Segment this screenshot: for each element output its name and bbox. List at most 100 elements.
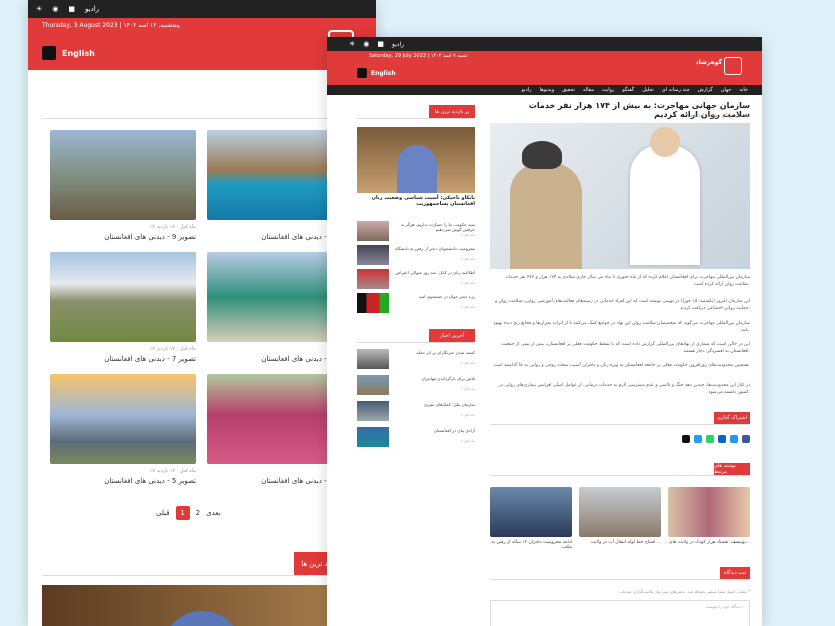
featured-image[interactable]	[42, 585, 328, 626]
telegram-share-icon[interactable]	[694, 435, 702, 443]
gallery-image[interactable]	[50, 130, 196, 220]
comment-textarea[interactable]: دیدگاه خود را بنویسید...	[490, 600, 750, 626]
nav-item[interactable]: روایت	[602, 87, 615, 93]
thumbnail[interactable]	[357, 375, 389, 395]
next-page-link[interactable]: بعدی	[206, 509, 220, 517]
site-logo-text[interactable]: گوهرشاد	[696, 59, 722, 66]
list-item-title[interactable]: اطلاعیه زنان در کابل: سه روز متوالی اعتر…	[393, 270, 475, 275]
site-logo-icon[interactable]	[724, 57, 742, 75]
prev-page-link[interactable]: قبلی	[156, 509, 170, 517]
nav-item[interactable]: تحلیل	[642, 87, 654, 93]
gallery-meta: ۱۷ ماه قبل · ۱۷ بازدید	[149, 468, 196, 474]
thumbnail[interactable]	[357, 349, 389, 369]
sun-icon[interactable]: ☀	[36, 5, 42, 13]
list-item-title[interactable]: سند حکومت ما را خسارت نداریم، هرگز به حر…	[393, 222, 475, 232]
sun-icon[interactable]: ☀	[349, 40, 355, 48]
gallery-item[interactable]: ۱۷ ماه قبل · ۱۷ بازدید تصویر 7 - دیدنی ه…	[50, 252, 196, 363]
related-title[interactable]: یونیسف: هشتاد هزار کودک در ولایت های...	[668, 540, 750, 545]
search-button[interactable]	[357, 68, 367, 78]
list-item-date: ۶ ماه قبل	[460, 387, 475, 391]
list-item-title[interactable]: محرومیت دانشجویان دختر از رفتن به دانشگا…	[393, 246, 475, 251]
list-item-title[interactable]: کشته شدن خبرنگاران بر اثر حمله	[393, 350, 475, 355]
divider	[490, 475, 750, 476]
main-nav: رادیو ویدیوها تحقیق مقاله روایت گفتگو تح…	[327, 85, 762, 95]
list-item-title[interactable]: آزادی بیان در افغانستان	[393, 428, 475, 433]
related-title[interactable]: افتتاح خط لوله انتقال آب در ولایت ...	[579, 540, 661, 545]
search-button[interactable]	[42, 46, 56, 60]
page-link[interactable]: 2	[196, 509, 200, 517]
list-item[interactable]: محرومیت دانشجویان دختر از رفتن به دانشگا…	[357, 245, 475, 265]
header-bar: Saturday, 29 July 2023 | شنبه ۷ اسد ۱۴۰۲…	[327, 51, 762, 85]
popular-section-title: پر بازدید ترین ها	[429, 105, 475, 118]
gallery-image[interactable]	[50, 374, 196, 464]
sidebar-featured-caption[interactable]: بانکاو تاجیکی: آسیب شناسی وضعیت زنان افغ…	[357, 195, 475, 207]
whatsapp-share-icon[interactable]	[706, 435, 714, 443]
english-link[interactable]: English	[371, 70, 396, 77]
nav-item[interactable]: رادیو	[522, 87, 532, 93]
list-item[interactable]: سند حکومت ما را خسارت نداریم، هرگز به حر…	[357, 221, 475, 241]
article-paragraph: سازمان بین‌المللی مهاجرت برای افغانستان …	[504, 275, 750, 287]
thumbnail[interactable]	[357, 427, 389, 447]
video-icon[interactable]: ■	[68, 5, 75, 13]
related-image[interactable]	[579, 487, 661, 537]
nav-item[interactable]: گزارش	[698, 87, 713, 93]
thumbnail[interactable]	[357, 401, 389, 421]
radio-link[interactable]: رادیو	[85, 5, 99, 13]
thumbnail[interactable]	[357, 293, 389, 313]
video-icon[interactable]: ■	[377, 40, 384, 48]
gallery-caption[interactable]: تصویر 9 - دیدنی های افغانستان	[50, 233, 196, 241]
nav-item[interactable]: ویدیوها	[540, 87, 555, 93]
list-item[interactable]: تلاش برای بازگرداندن مهاجران ۶ ماه قبل	[357, 375, 475, 395]
facebook-share-icon[interactable]	[742, 435, 750, 443]
doctor-figure	[630, 127, 700, 265]
divider	[490, 579, 750, 580]
gallery-item[interactable]: ۱۷ ماه قبل · ۱۷ بازدید تصویر 5 - دیدنی ه…	[50, 374, 196, 485]
email-share-icon[interactable]	[682, 435, 690, 443]
list-item-title[interactable]: رژه دختر جوان در جستجوی امید	[393, 294, 475, 299]
related-image[interactable]	[668, 487, 750, 537]
gallery-caption[interactable]: تصویر 5 - دیدنی های افغانستان	[50, 477, 196, 485]
list-item[interactable]: آزادی بیان در افغانستان ۶ ماه قبل	[357, 427, 475, 447]
wifi-icon[interactable]: ◉	[363, 40, 369, 48]
related-section-title: نوشته های مرتبط	[714, 463, 750, 475]
list-item[interactable]: اطلاعیه زنان در کابل: سه روز متوالی اعتر…	[357, 269, 475, 289]
nav-item[interactable]: خانه	[739, 87, 748, 93]
article-image[interactable]	[490, 123, 750, 269]
related-item[interactable]: افتتاح خط لوله انتقال آب در ولایت ...	[579, 487, 661, 545]
current-page[interactable]: 1	[175, 506, 190, 520]
nav-item[interactable]: مقاله	[583, 87, 594, 93]
thumbnail[interactable]	[357, 269, 389, 289]
thumbnail[interactable]	[357, 221, 389, 241]
list-item-date: ۸ ماه قبل	[460, 305, 475, 309]
list-item[interactable]: کشته شدن خبرنگاران بر اثر حمله ۶ ماه قبل	[357, 349, 475, 369]
header-date: Thursday, 3 August 2023 | پنجشنبه, ۱۲ اس…	[42, 22, 180, 29]
list-item-title[interactable]: تلاش برای بازگرداندن مهاجران	[393, 376, 475, 381]
related-image[interactable]	[490, 487, 572, 537]
gallery-caption[interactable]: تصویر 7 - دیدنی های افغانستان	[50, 355, 196, 363]
related-item[interactable]: یونیسف: هشتاد هزار کودک در ولایت های...	[668, 487, 750, 545]
list-item-title[interactable]: سازمان ملل: کمک‌های بشری	[393, 402, 475, 407]
foreground-browser-window: ☀ ◉ ■ رادیو Saturday, 29 July 2023 | شنب…	[327, 37, 762, 626]
nav-item[interactable]: چند رسانه ای	[662, 87, 690, 93]
thumbnail[interactable]	[357, 245, 389, 265]
gallery-meta: ۱۷ ماه قبل · ۱۷ بازدید	[149, 224, 196, 230]
share-buttons	[682, 435, 750, 443]
radio-link[interactable]: رادیو	[392, 41, 404, 48]
twitter-share-icon[interactable]	[730, 435, 738, 443]
sidebar-featured-image[interactable]	[357, 127, 475, 193]
list-item[interactable]: رژه دختر جوان در جستجوی امید ۸ ماه قبل	[357, 293, 475, 313]
nav-item[interactable]: تحقیق	[562, 87, 575, 93]
related-item[interactable]: ادامه محرومیت دختران ۱۲ ساله از رفتن به …	[490, 487, 572, 550]
related-title[interactable]: ادامه محرومیت دختران ۱۲ ساله از رفتن به …	[490, 540, 572, 550]
nav-item[interactable]: جهان	[721, 87, 732, 93]
nav-item[interactable]: گفتگو	[622, 87, 634, 93]
wifi-icon[interactable]: ◉	[52, 5, 58, 13]
list-item-date: ۶ ماه قبل	[460, 413, 475, 417]
article-paragraph: سازمان بین‌المللی مهاجرت می‌گوید که متخص…	[493, 321, 751, 333]
gallery-image[interactable]	[50, 252, 196, 342]
list-item-date: ۸ ماه قبل	[460, 233, 475, 237]
list-item[interactable]: سازمان ملل: کمک‌های بشری ۶ ماه قبل	[357, 401, 475, 421]
linkedin-share-icon[interactable]	[718, 435, 726, 443]
english-link[interactable]: English	[62, 49, 95, 58]
gallery-item[interactable]: ۱۷ ماه قبل · ۱۷ بازدید تصویر 9 - دیدنی ه…	[50, 130, 196, 241]
